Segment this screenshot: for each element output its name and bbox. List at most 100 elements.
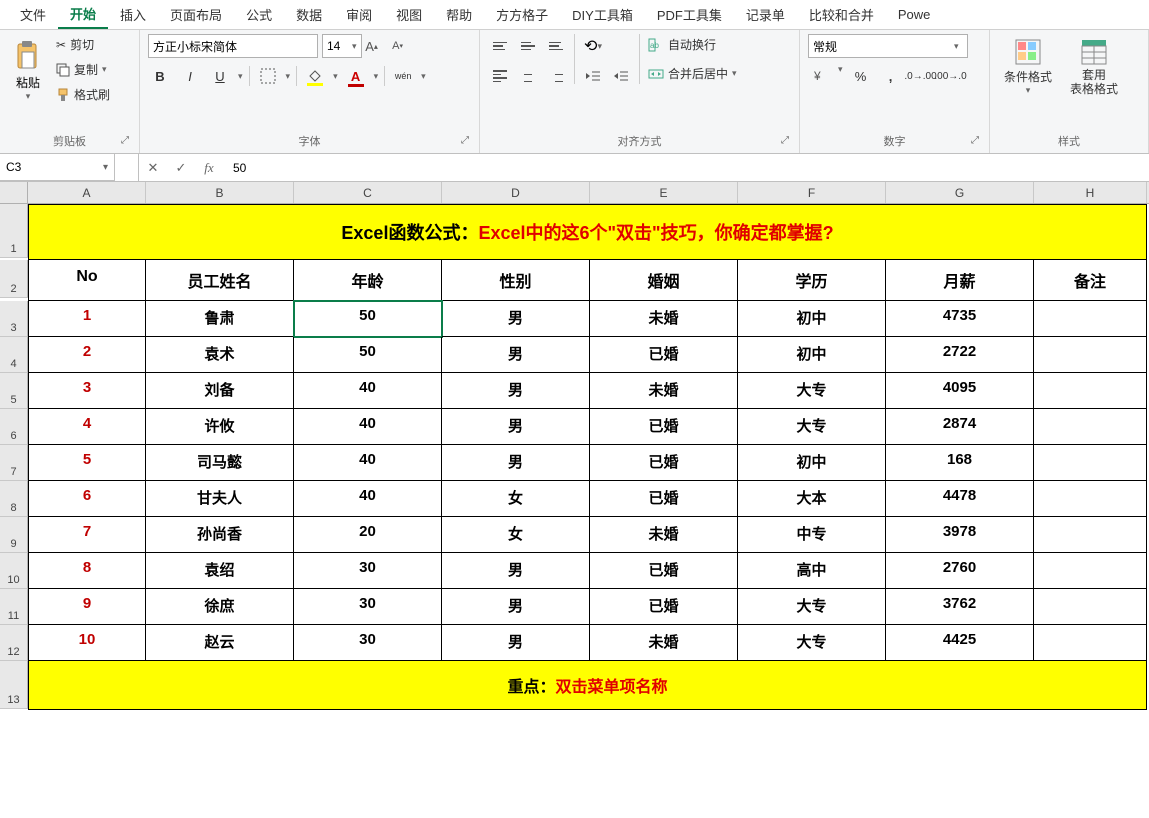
underline-button[interactable]: U — [208, 64, 232, 88]
data-cell[interactable]: 168 — [886, 445, 1034, 481]
header-cell[interactable]: 婚姻 — [590, 260, 738, 301]
data-cell[interactable]: 40 — [294, 445, 442, 481]
menu-item-6[interactable]: 审阅 — [334, 1, 384, 28]
orientation-button[interactable]: ⟲▾ — [581, 34, 605, 58]
data-cell[interactable]: 2760 — [886, 553, 1034, 589]
menu-item-14[interactable]: Powe — [886, 3, 943, 26]
data-cell[interactable]: 4425 — [886, 625, 1034, 661]
increase-decimal-button[interactable]: .0→.00 — [909, 64, 933, 88]
data-cell[interactable]: 甘夫人 — [146, 481, 294, 517]
row-header-3[interactable]: 3 — [0, 301, 28, 337]
dialog-launcher-clipboard[interactable]: ⤢ — [121, 135, 135, 149]
fill-color-button[interactable] — [303, 64, 327, 88]
menu-item-9[interactable]: 方方格子 — [484, 1, 560, 28]
row-header-13[interactable]: 13 — [0, 661, 28, 709]
data-cell[interactable] — [1034, 517, 1147, 553]
menu-item-4[interactable]: 公式 — [234, 1, 284, 28]
increase-indent-button[interactable] — [609, 64, 633, 88]
menu-item-8[interactable]: 帮助 — [434, 1, 484, 28]
data-cell[interactable]: 女 — [442, 517, 590, 553]
decrease-decimal-button[interactable]: .00→.0 — [939, 64, 963, 88]
align-bottom-button[interactable] — [544, 34, 568, 58]
data-cell[interactable]: 初中 — [738, 445, 886, 481]
data-cell[interactable]: 已婚 — [590, 553, 738, 589]
font-name-select[interactable] — [148, 34, 318, 58]
select-all-corner[interactable] — [0, 182, 28, 203]
row-header-9[interactable]: 9 — [0, 517, 28, 553]
data-cell[interactable] — [1034, 301, 1147, 337]
data-cell[interactable]: 30 — [294, 625, 442, 661]
data-cell[interactable]: 男 — [442, 301, 590, 337]
data-cell[interactable]: 袁绍 — [146, 553, 294, 589]
percent-button[interactable]: % — [849, 64, 873, 88]
name-box[interactable]: C3 — [0, 154, 115, 181]
column-header-G[interactable]: G — [886, 182, 1034, 203]
number-format-select[interactable] — [808, 34, 968, 58]
paste-button[interactable]: 粘贴 ▾ — [8, 34, 48, 106]
data-cell[interactable]: 赵云 — [146, 625, 294, 661]
data-cell[interactable]: 大专 — [738, 409, 886, 445]
header-cell[interactable]: 性别 — [442, 260, 590, 301]
column-header-D[interactable]: D — [442, 182, 590, 203]
data-cell[interactable]: 4735 — [886, 301, 1034, 337]
menu-item-13[interactable]: 比较和合并 — [797, 1, 886, 28]
header-cell[interactable]: 备注 — [1034, 260, 1147, 301]
data-cell[interactable]: 大专 — [738, 373, 886, 409]
header-cell[interactable]: 员工姓名 — [146, 260, 294, 301]
data-cell[interactable]: 男 — [442, 589, 590, 625]
cancel-formula-button[interactable]: ✕ — [139, 154, 167, 181]
column-header-F[interactable]: F — [738, 182, 886, 203]
data-cell[interactable] — [1034, 553, 1147, 589]
phonetic-button[interactable]: wén — [391, 64, 415, 88]
menu-item-11[interactable]: PDF工具集 — [645, 1, 734, 28]
row-header-1[interactable]: 1 — [0, 204, 28, 258]
data-cell[interactable]: 10 — [28, 625, 146, 661]
data-cell[interactable]: 4478 — [886, 481, 1034, 517]
copy-button[interactable]: 复制 ▾ — [54, 59, 112, 80]
data-cell[interactable]: 男 — [442, 409, 590, 445]
bold-button[interactable]: B — [148, 64, 172, 88]
row-header-10[interactable]: 10 — [0, 553, 28, 589]
comma-button[interactable]: , — [879, 64, 903, 88]
data-cell[interactable]: 3 — [28, 373, 146, 409]
data-cell[interactable]: 30 — [294, 589, 442, 625]
menu-item-2[interactable]: 插入 — [108, 1, 158, 28]
data-cell[interactable]: 已婚 — [590, 481, 738, 517]
data-cell[interactable]: 50 — [294, 301, 442, 337]
currency-button[interactable]: ¥ — [808, 64, 832, 88]
row-header-8[interactable]: 8 — [0, 481, 28, 517]
data-cell[interactable]: 大专 — [738, 625, 886, 661]
data-cell[interactable] — [1034, 625, 1147, 661]
align-right-button[interactable] — [544, 64, 568, 88]
row-header-2[interactable]: 2 — [0, 260, 28, 298]
data-cell[interactable]: 9 — [28, 589, 146, 625]
data-cell[interactable]: 7 — [28, 517, 146, 553]
data-cell[interactable]: 徐庶 — [146, 589, 294, 625]
data-cell[interactable] — [1034, 373, 1147, 409]
data-cell[interactable]: 4095 — [886, 373, 1034, 409]
data-cell[interactable]: 许攸 — [146, 409, 294, 445]
menu-item-7[interactable]: 视图 — [384, 1, 434, 28]
increase-font-button[interactable]: A▴ — [361, 34, 383, 58]
data-cell[interactable]: 男 — [442, 337, 590, 373]
column-header-E[interactable]: E — [590, 182, 738, 203]
align-middle-button[interactable] — [516, 34, 540, 58]
menu-item-12[interactable]: 记录单 — [734, 1, 797, 28]
data-cell[interactable]: 1 — [28, 301, 146, 337]
conditional-format-button[interactable]: 条件格式 ▾ — [998, 34, 1058, 98]
menu-item-1[interactable]: 开始 — [58, 0, 108, 29]
data-cell[interactable] — [1034, 481, 1147, 517]
data-cell[interactable] — [1034, 337, 1147, 373]
data-cell[interactable]: 4 — [28, 409, 146, 445]
header-cell[interactable]: 学历 — [738, 260, 886, 301]
data-cell[interactable]: 40 — [294, 373, 442, 409]
data-cell[interactable] — [1034, 409, 1147, 445]
font-color-button[interactable]: A — [344, 64, 368, 88]
data-cell[interactable]: 已婚 — [590, 589, 738, 625]
data-cell[interactable]: 50 — [294, 337, 442, 373]
formula-input[interactable] — [223, 154, 1149, 181]
data-cell[interactable] — [1034, 589, 1147, 625]
menu-item-3[interactable]: 页面布局 — [158, 1, 234, 28]
decrease-indent-button[interactable] — [581, 64, 605, 88]
cut-button[interactable]: ✂ 剪切 — [54, 34, 112, 55]
